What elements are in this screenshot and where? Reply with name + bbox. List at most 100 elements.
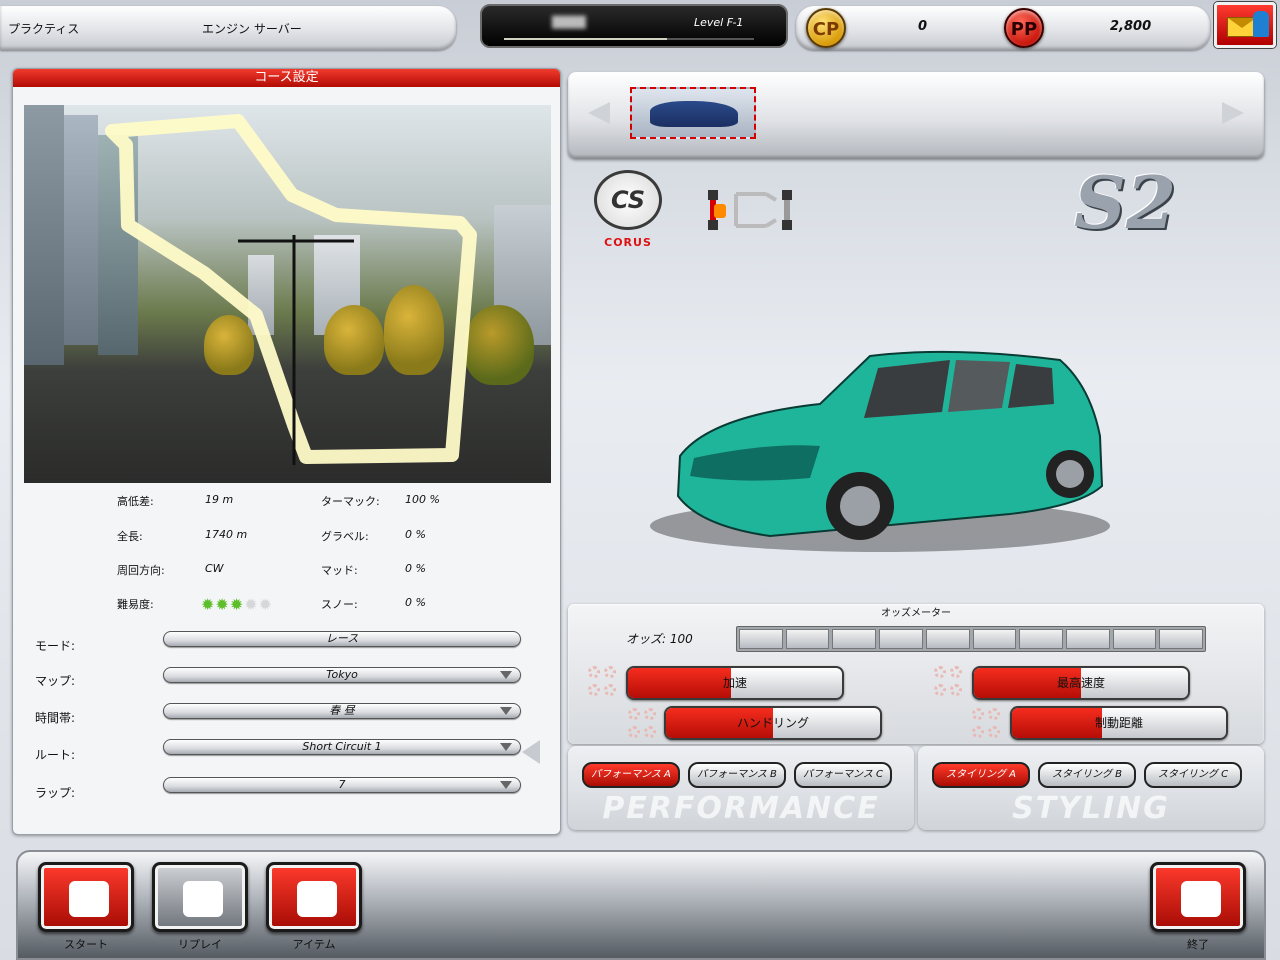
chevron-down-icon: [500, 743, 512, 751]
exit-button[interactable]: [1150, 862, 1246, 932]
performance-c-button[interactable]: パフォーマンス C: [794, 762, 892, 788]
styling-b-button[interactable]: スタイリング B: [1038, 762, 1136, 788]
course-settings-header: コース設定: [13, 69, 560, 87]
braking-bar: 制動距離: [1010, 706, 1228, 740]
handling-label: ハンドリング: [736, 716, 809, 730]
odds-segment: [1065, 629, 1110, 649]
odds-segment: [1112, 629, 1157, 649]
star-filled-icon: ✹: [229, 595, 244, 614]
styling-c-button[interactable]: スタイリング C: [1144, 762, 1242, 788]
mode-selector[interactable]: レース: [163, 631, 521, 647]
braking-label: 制動距離: [1094, 716, 1143, 730]
styling-a-button[interactable]: スタイリング A: [932, 762, 1030, 788]
laps-dropdown-value: 7: [338, 778, 346, 791]
player-level: Level F-1: [694, 16, 744, 29]
laps-dropdown[interactable]: 7: [163, 777, 521, 793]
gear-icon: [988, 708, 1000, 720]
gravel-label: グラベル:: [321, 530, 369, 543]
car-3d-render: [650, 350, 1110, 552]
xp-progress-bar: [504, 38, 754, 40]
currency-bar: CP 0 PP 2,800: [796, 6, 1210, 50]
gear-icon: [934, 666, 946, 678]
length-label: 全長:: [117, 530, 143, 543]
time-field-label: 時間帯:: [35, 711, 76, 725]
chevron-down-icon: [500, 707, 512, 715]
item-button[interactable]: [266, 862, 362, 932]
gear-icon: [604, 684, 616, 696]
xp-progress-fill: [504, 38, 667, 40]
snow-value: 0 %: [405, 596, 426, 609]
elevation-value: 19 m: [205, 493, 234, 506]
star-empty-icon: ✹: [258, 595, 273, 614]
gear-icon: [588, 684, 600, 696]
map-dropdown[interactable]: Tokyo: [163, 667, 521, 683]
player-panel: ████ Level F-1: [480, 4, 788, 48]
course-settings-panel: コース設定 高低差: 19 m 全長: 1740 m 周回方向: CW 難易度:…: [12, 68, 561, 835]
gear-icon: [628, 708, 640, 720]
gear-icon: [588, 666, 600, 678]
start-button[interactable]: [38, 862, 134, 932]
star-filled-icon: ✹: [215, 595, 229, 614]
top-speed-label: 最高速度: [1056, 676, 1105, 690]
performance-watermark: PERFORMANCE: [602, 791, 880, 826]
odds-meter-bar: [736, 626, 1206, 652]
cp-coin-icon: CP: [806, 8, 846, 48]
pp-coin-icon: PP: [1004, 8, 1044, 48]
chevron-down-icon: [500, 671, 512, 679]
film-camera-icon: [183, 881, 223, 917]
elevation-label: 高低差:: [117, 495, 154, 508]
cp-value: 0: [918, 19, 928, 34]
drivetrain-icon: [708, 190, 792, 230]
map-dropdown-value: Tokyo: [326, 668, 358, 681]
length-value: 1740 m: [205, 528, 248, 541]
thumbs-up-icon: [69, 881, 109, 917]
performance-b-button[interactable]: パフォーマンス B: [688, 762, 786, 788]
route-dropdown-value: Short Circuit 1: [302, 740, 382, 753]
mode-selector-value: レース: [325, 632, 359, 645]
odds-segment: [739, 629, 783, 649]
gear-icon: [972, 708, 984, 720]
gear-icon: [644, 708, 656, 720]
gear-icon: [950, 684, 962, 696]
tarmac-value: 100 %: [405, 493, 440, 506]
difficulty-rating: ✹✹✹✹✹: [201, 595, 273, 614]
odds-segment: [925, 629, 970, 649]
time-dropdown-value: 春 昼: [329, 704, 355, 717]
mail-button[interactable]: [1214, 2, 1276, 48]
pp-value: 2,800: [1110, 19, 1152, 34]
odds-segment: [1019, 629, 1063, 649]
chevron-down-icon: [500, 781, 512, 789]
model-badge: S2: [1074, 160, 1177, 245]
time-of-day-dropdown[interactable]: 春 昼: [163, 703, 521, 719]
performance-panel: PERFORMANCE パフォーマンス A パフォーマンス B パフォーマンス …: [568, 746, 914, 830]
odds-segment: [972, 629, 1017, 649]
route-pointer-icon: [522, 740, 540, 764]
person-icon: [1253, 11, 1269, 37]
scroll-left-arrow-icon[interactable]: [588, 102, 610, 124]
tarmac-label: ターマック:: [321, 495, 380, 508]
performance-a-button[interactable]: パフォーマンス A: [582, 762, 680, 788]
odds-segment: [785, 629, 830, 649]
running-man-icon: [1181, 881, 1221, 917]
top-speed-bar: 最高速度: [972, 666, 1190, 700]
route-field-label: ルート:: [35, 748, 76, 762]
mail-icon: [1227, 17, 1256, 37]
gear-icon: [644, 726, 656, 738]
scroll-right-arrow-icon[interactable]: [1222, 102, 1244, 124]
car-thumbnail-image: [650, 101, 738, 127]
gear-icon: [604, 666, 616, 678]
player-name: ████: [552, 16, 586, 29]
odds-segment: [1159, 629, 1204, 649]
mode-field-label: モード:: [35, 639, 76, 653]
replay-button[interactable]: [152, 862, 248, 932]
gear-icon: [950, 666, 962, 678]
odds-meter-title: オッズメーター: [881, 608, 951, 619]
difficulty-label: 難易度:: [117, 598, 154, 611]
handling-bar: ハンドリング: [664, 706, 882, 740]
odds-value: オッズ: 100: [626, 632, 693, 646]
game-mode-label: プラクティス: [8, 22, 80, 36]
car-thumbnail-selected[interactable]: [630, 87, 756, 139]
odds-segment: [879, 629, 923, 649]
star-filled-icon: ✹: [201, 595, 215, 614]
route-dropdown[interactable]: Short Circuit 1: [163, 739, 521, 755]
